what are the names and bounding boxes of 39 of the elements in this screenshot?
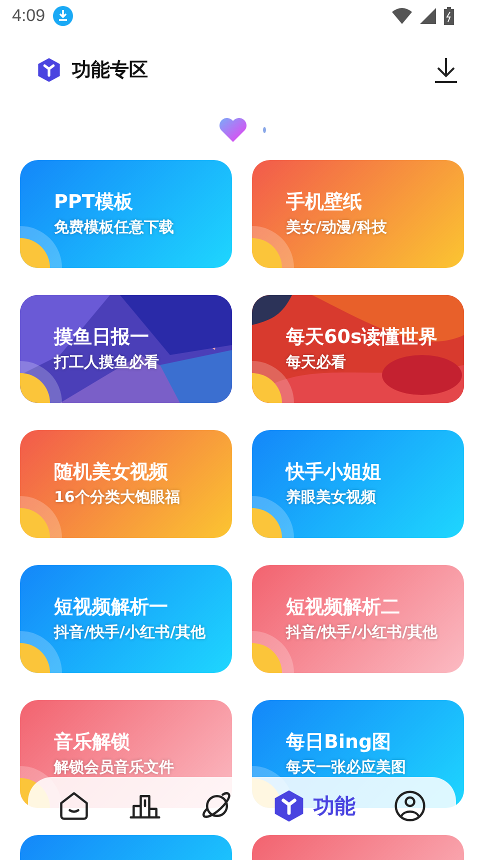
card-title: PPT模板 xyxy=(54,190,134,215)
card-subtitle: 每天一张必应美图 xyxy=(286,757,407,778)
card-subtitle: 每天必看 xyxy=(286,352,347,373)
card-subtitle: 养眼美女视频 xyxy=(286,487,377,508)
profile-icon xyxy=(393,789,428,823)
battery-icon xyxy=(444,7,454,25)
feature-card[interactable]: 手机壁纸 美女/动漫/科技 xyxy=(252,160,464,268)
card-subtitle: 解锁会员音乐文件 xyxy=(54,757,175,778)
feature-card[interactable]: PPT模板 免费模板任意下载 xyxy=(20,160,232,268)
card-title: 短视频解析二 xyxy=(286,595,401,620)
download-icon[interactable] xyxy=(434,57,458,83)
card-title: 手机壁纸 xyxy=(286,190,363,215)
card-title: 快手小姐姐 xyxy=(286,460,382,485)
card-title: 每日Bing图 xyxy=(286,730,392,755)
card-subtitle: 免费模板任意下载 xyxy=(54,217,175,238)
feature-card[interactable]: 短视频解析二 抖音/快手/小红书/其他 xyxy=(252,565,464,673)
status-time: 4:09 xyxy=(12,6,46,26)
card-title: 摸鱼日报一 xyxy=(54,325,150,350)
card-subtitle: 抖音/快手/小红书/其他 xyxy=(54,622,206,643)
feature-card[interactable]: 摸鱼日报一 打工人摸鱼必看 xyxy=(20,295,232,403)
card-title: 音乐解锁 xyxy=(54,730,131,755)
feature-card[interactable]: 每天60s读懂世界 每天必看 xyxy=(252,295,464,403)
card-subtitle: 抖音/快手/小红书/其他 xyxy=(286,622,438,643)
feature-card[interactable]: 快手小姐姐 养眼美女视频 xyxy=(252,430,464,538)
feature-card[interactable]: 随机美女视频 16个分类大饱眼福 xyxy=(20,430,232,538)
wifi-icon xyxy=(392,8,412,24)
card-subtitle: 16个分类大饱眼福 xyxy=(54,487,181,508)
page-title: 功能专区 xyxy=(72,58,149,83)
card-title: 短视频解析一 xyxy=(54,595,169,620)
card-subtitle: 打工人摸鱼必看 xyxy=(54,352,160,373)
heart-icon xyxy=(218,118,246,142)
download-icon xyxy=(53,6,74,26)
cube-logo-icon xyxy=(36,57,62,83)
card-subtitle: 美女/动漫/科技 xyxy=(286,217,388,238)
card-title: 随机美女视频 xyxy=(54,460,169,485)
card-title: 每天60s读懂世界 xyxy=(286,325,439,350)
signal-icon xyxy=(420,8,436,24)
feature-card[interactable]: 短视频解析一 抖音/快手/小红书/其他 xyxy=(20,565,232,673)
loading-dot-icon xyxy=(262,127,266,133)
